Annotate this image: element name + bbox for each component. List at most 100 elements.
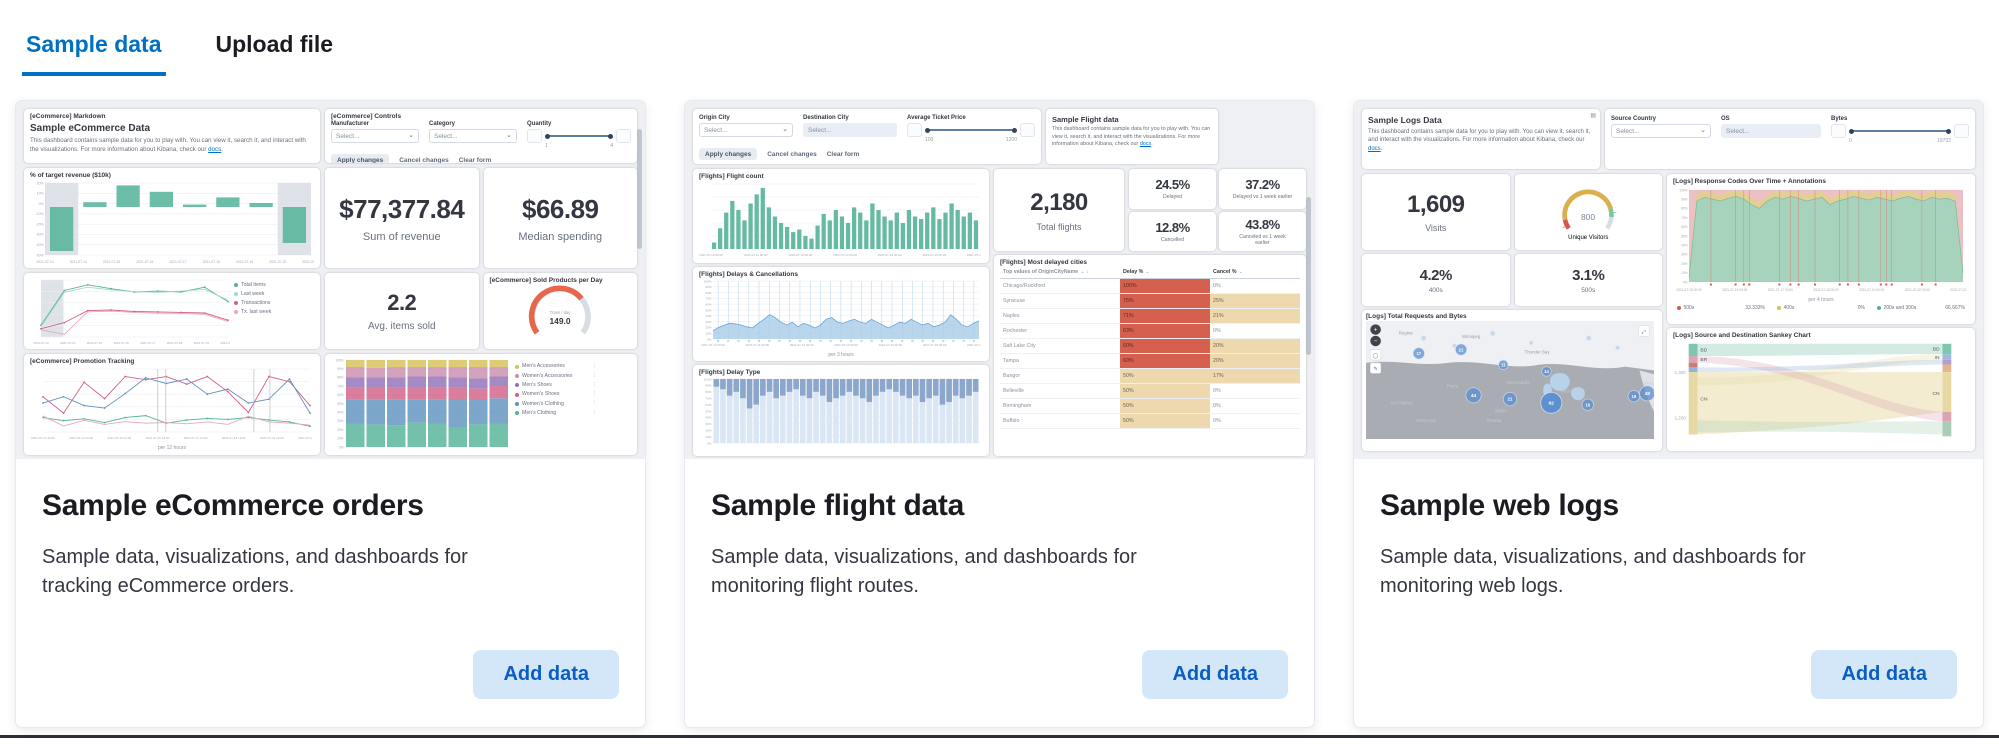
svg-text:2021-07-16: 2021-07-16	[113, 341, 129, 345]
thumb-panel-visits: 1,609 Visits	[1362, 174, 1510, 250]
svg-text:100%: 100%	[704, 279, 712, 283]
kebab-icon: ⋮	[592, 390, 598, 399]
svg-text:10%: 10%	[705, 435, 711, 439]
input-placeholder: Select...	[1726, 128, 1749, 135]
metric-value: 3.1%	[1572, 267, 1604, 284]
metric-value: 24.5%	[1155, 177, 1189, 192]
flights-dashboard-thumbnail: Origin City Select...⌄ Destination City …	[685, 101, 1314, 459]
slider-max: 4	[610, 143, 613, 149]
gauge-label: Trans / day	[550, 310, 572, 315]
thumb-panel-revenue-chart: % of target revenue ($10k) 20%10%0%-10%-…	[24, 168, 320, 268]
svg-text:17: 17	[1416, 351, 1421, 356]
cancel-changes-button: Cancel changes	[399, 157, 449, 164]
svg-text:100%: 100%	[335, 358, 343, 362]
svg-text:2021-07-12 00:00: 2021-07-12 00:00	[790, 343, 814, 347]
select-placeholder: Select...	[434, 133, 457, 140]
metric-label: Sum of revenue	[363, 231, 441, 243]
kebab-icon: ⋮	[592, 371, 598, 380]
delays-area-chart: 100%90%80%70%60%50%40%30%20%10%0%2021-07…	[699, 279, 981, 347]
thumb-panel-unique-visitors-gauge: 800 Unique Visitors	[1515, 174, 1663, 250]
chevron-down-icon: ⌄	[1080, 269, 1084, 275]
ecommerce-dashboard-thumbnail: [eCommerce] Markdown Sample eCommerce Da…	[16, 101, 645, 459]
card-title: Sample web logs	[1380, 489, 1957, 523]
gauge-value: 800	[1581, 212, 1595, 222]
clear-form-button: Clear form	[459, 157, 492, 164]
svg-text:60%: 60%	[1681, 225, 1688, 229]
markdown-suffix: .	[1381, 146, 1383, 152]
thumbnail-scrollbar	[637, 129, 642, 249]
sankey-chart: 1,400 1,200	[1673, 340, 1967, 442]
response-codes-area-chart: 100%90%80%70%60%50%40%30%20%10%0%2021-07…	[1673, 186, 1967, 292]
svg-text:30%: 30%	[705, 320, 711, 324]
add-data-button-flights[interactable]: Add data	[1142, 650, 1288, 699]
markdown-heading: Sample Logs Data	[1368, 115, 1594, 125]
svg-text:30%: 30%	[337, 419, 344, 423]
range-max-input	[616, 129, 631, 143]
svg-text:0%: 0%	[707, 337, 712, 341]
metric-value: 1,609	[1407, 191, 1465, 219]
card-description: Sample data, visualizations, and dashboa…	[42, 543, 522, 601]
select-placeholder: Select...	[704, 127, 727, 134]
card-body: Sample eCommerce orders Sample data, vis…	[16, 459, 645, 727]
table-row: Naples71%21%	[1000, 309, 1300, 324]
control-bytes: Bytes 019732	[1831, 116, 1969, 144]
thumb-panel-500s: 3.1% 500s	[1515, 254, 1663, 306]
add-data-button-web-logs[interactable]: Add data	[1811, 650, 1957, 699]
svg-text:Thunder Bay: Thunder Bay	[1524, 349, 1550, 354]
map-zoom-in-icon: +	[1374, 327, 1378, 334]
panel-title: [Logs] Response Codes Over Time + Annota…	[1673, 178, 1969, 185]
thumb-panel-ecommerce-markdown: [eCommerce] Markdown Sample eCommerce Da…	[24, 109, 320, 163]
sort-arrow-icon: ↓	[1086, 269, 1089, 275]
svg-text:2021-07-17 12:00: 2021-07-17 12:00	[184, 436, 208, 440]
sankey-node-label: BD	[1933, 346, 1940, 352]
column-header: Delay %	[1123, 269, 1143, 275]
svg-text:2021-07-18 12:00: 2021-07-18 12:00	[222, 436, 246, 440]
metric-value: $77,377.84	[339, 194, 464, 225]
svg-text:50%: 50%	[1681, 234, 1688, 238]
svg-text:0%: 0%	[39, 202, 44, 206]
svg-text:MICHIGAN: MICHIGAN	[1561, 388, 1583, 393]
control-source-country: Source Country Select...⌄	[1611, 116, 1711, 144]
tab-sample-data[interactable]: Sample data	[22, 31, 166, 76]
svg-text:2021-07-16: 2021-07-16	[136, 260, 153, 264]
logs-dashboard-thumbnail: ▤ Sample Logs Data This dashboard contai…	[1354, 101, 1983, 459]
range-min-input	[527, 129, 542, 143]
svg-text:100%: 100%	[1679, 188, 1687, 192]
source-country-select: Select...⌄	[1611, 124, 1711, 138]
markdown-heading: Sample Flight data	[1052, 115, 1212, 124]
panel-options-icon: ▤	[1590, 112, 1596, 119]
metric-value: 37.2%	[1245, 177, 1279, 192]
svg-text:2021-07-13 00:00: 2021-07-13 00:00	[833, 253, 857, 257]
svg-text:50%: 50%	[337, 402, 344, 406]
sankey-node-label: CN	[1932, 391, 1940, 397]
add-data-button-ecommerce[interactable]: Add data	[473, 650, 619, 699]
control-origin-city: Origin City Select...⌄	[699, 115, 793, 143]
docs-link: docs	[1140, 141, 1151, 147]
svg-text:2021-07-21: 2021-07-21	[302, 260, 314, 264]
svg-text:2021-07-19: 2021-07-19	[194, 341, 210, 345]
svg-text:20%: 20%	[1681, 262, 1688, 266]
tab-upload-file[interactable]: Upload file	[212, 31, 338, 76]
legend-item: 200s and 300s66.667%	[1877, 305, 1965, 311]
svg-text:40%: 40%	[705, 314, 711, 318]
svg-text:2021-07-17: 2021-07-17	[140, 341, 156, 345]
table-row: Belleville50%0%	[1000, 384, 1300, 399]
category-stack-legend: Men's Accessories⋮Women's Accessories⋮Me…	[515, 358, 597, 451]
map-shape-tool-icon: ◯	[1373, 353, 1379, 359]
svg-text:2021-07-16 00:00: 2021-07-16 00:00	[1722, 288, 1747, 292]
markdown-heading: Sample eCommerce Data	[30, 123, 314, 134]
svg-text:21: 21	[1508, 397, 1513, 402]
svg-text:2021-07-19: 2021-07-19	[236, 260, 253, 264]
legend-item: Transactions	[234, 299, 310, 308]
panel-title: [Flights] Most delayed cities	[1000, 259, 1300, 266]
svg-text:70%: 70%	[705, 297, 711, 301]
items-chart-legend: Total itemsLast weekTransactionsTx. last…	[234, 277, 310, 345]
revenue-bar-chart: 20%10%0%-10%-20%-30%-40%-50%2021-07-1320…	[30, 180, 314, 264]
slider-max: 19732	[1937, 138, 1951, 144]
svg-text:40%: 40%	[705, 416, 711, 420]
legend-item: Men's Shoes⋮	[515, 381, 597, 390]
markdown-suffix: .	[1151, 141, 1153, 147]
docs-link: docs	[208, 146, 221, 153]
metric-label: Total flights	[1036, 222, 1081, 232]
metric-label: Delayed	[1163, 194, 1182, 200]
